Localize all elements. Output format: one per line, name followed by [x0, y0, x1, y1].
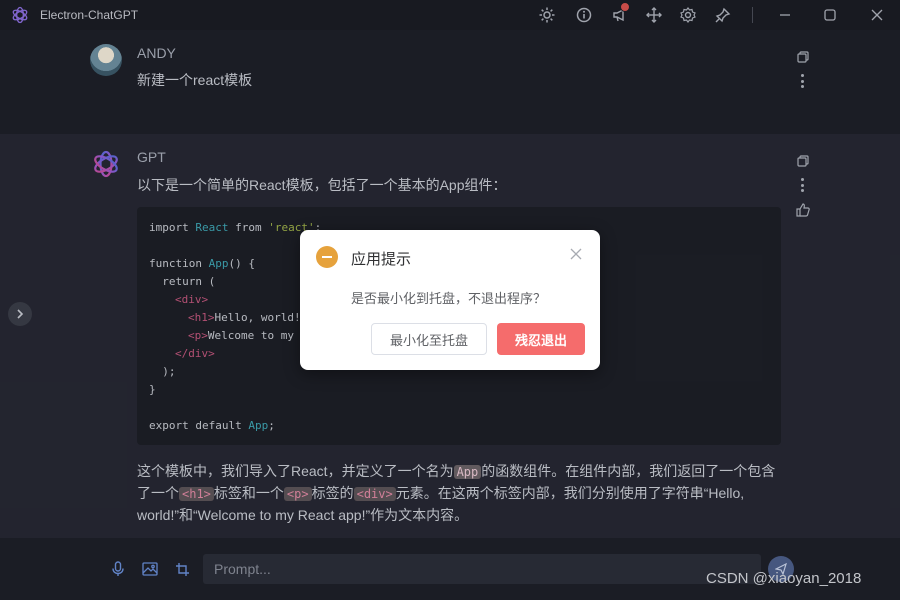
dialog-title: 应用提示 [351, 251, 412, 268]
dialog-close-icon[interactable] [568, 248, 584, 264]
minimize-to-tray-button[interactable]: 最小化至托盘 [371, 323, 487, 355]
quit-button[interactable]: 残忍退出 [497, 323, 585, 355]
confirm-dialog: 应用提示 是否最小化到托盘，不退出程序？ 最小化至托盘 残忍退出 [300, 230, 600, 370]
warning-icon [316, 246, 338, 268]
dialog-message: 是否最小化到托盘，不退出程序？ [351, 291, 547, 306]
